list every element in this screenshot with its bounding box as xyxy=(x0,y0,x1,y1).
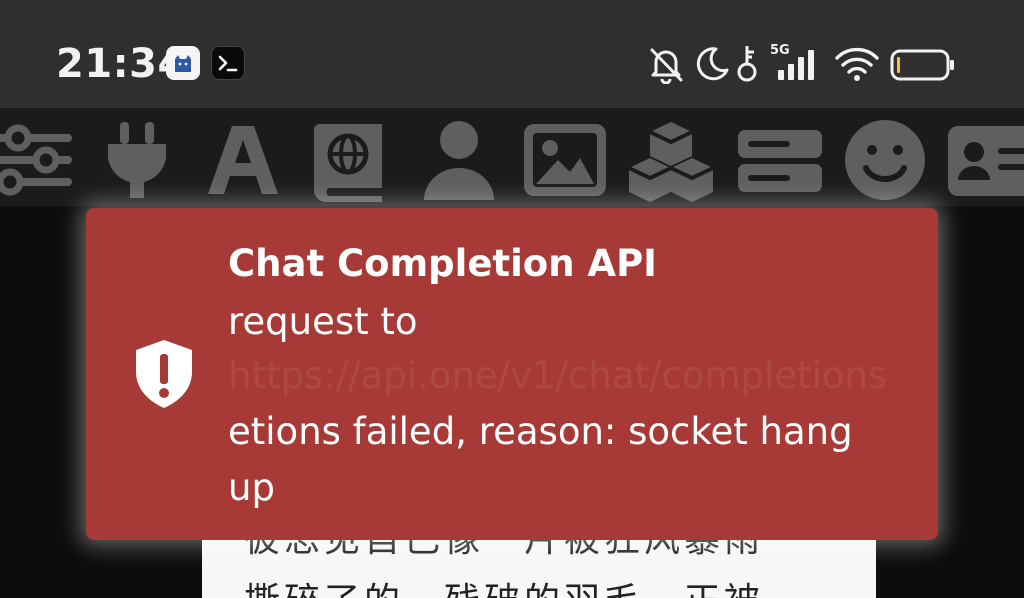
chat-line-2: 撕碎了的、残破的羽毛，正被 xyxy=(244,572,764,598)
moon-icon xyxy=(696,47,729,81)
status-icons: 5G xyxy=(648,40,968,88)
server-icon[interactable] xyxy=(734,118,824,202)
bell-off-icon xyxy=(650,48,683,84)
error-toast[interactable]: Chat Completion API request to https://a… xyxy=(86,208,938,540)
cubes-icon[interactable] xyxy=(626,118,716,202)
plug-icon[interactable] xyxy=(92,118,182,202)
toast-message-line-4: up xyxy=(228,466,275,509)
terminal-app-icon xyxy=(211,46,245,80)
toolbar xyxy=(0,108,1024,206)
user-icon[interactable] xyxy=(414,118,504,202)
toast-message-line-3: etions failed, reason: socket hang xyxy=(228,410,853,453)
wifi-icon xyxy=(835,47,879,81)
status-bar: 21:34 5G xyxy=(0,0,1024,108)
font-icon[interactable] xyxy=(198,118,288,202)
toast-title: Chat Completion API xyxy=(228,242,657,285)
shield-exclamation-icon xyxy=(136,340,192,408)
id-card-icon[interactable] xyxy=(944,118,1024,202)
cat-app-icon xyxy=(166,46,200,80)
svg-text:5G: 5G xyxy=(770,43,790,58)
sliders-icon[interactable] xyxy=(0,118,78,202)
signal-icon: 5G xyxy=(770,43,814,80)
smile-icon[interactable] xyxy=(840,118,930,202)
toast-url: https://api.one/v1/chat/completions xyxy=(228,354,888,397)
image-icon[interactable] xyxy=(520,118,610,202)
battery-icon xyxy=(890,49,954,81)
screen: 21:34 5G 彼思见自己像一片被狂风暴雨 Chat Completion A… xyxy=(0,0,1024,598)
key-icon xyxy=(737,46,757,82)
book-globe-icon[interactable] xyxy=(306,118,396,202)
toast-message-line-1: request to xyxy=(228,300,418,343)
